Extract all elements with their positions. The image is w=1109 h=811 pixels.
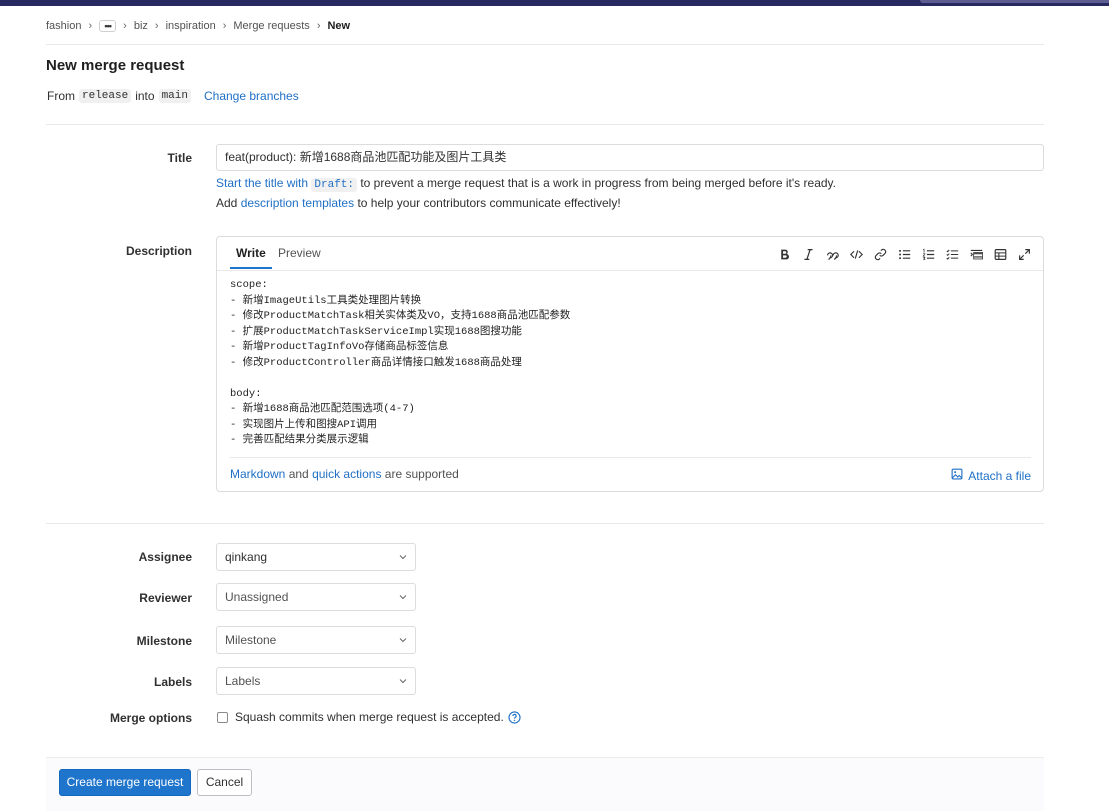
- labels-value: Labels: [225, 674, 261, 688]
- editor-footer-divider: [230, 457, 1031, 458]
- bold-icon[interactable]: [775, 246, 793, 262]
- milestone-label: Milestone: [136, 634, 192, 648]
- squash-checkbox[interactable]: [217, 711, 228, 723]
- markdown-support-note: Markdown and quick actions are supported: [230, 467, 459, 481]
- code-icon[interactable]: [847, 246, 865, 262]
- breadcrumb-biz[interactable]: biz: [134, 20, 148, 32]
- numbered-list-icon[interactable]: [919, 246, 937, 262]
- reviewer-dropdown[interactable]: Unassigned: [216, 583, 416, 611]
- editor-tabs: Write Preview: [217, 237, 1043, 271]
- title-input[interactable]: feat(product): 新增1688商品池匹配功能及图片工具类: [216, 144, 1044, 171]
- source-branch: release: [79, 89, 132, 103]
- assignee-value: qinkang: [225, 550, 268, 564]
- chevron-right-icon: ›: [154, 20, 159, 32]
- change-branches-link[interactable]: Change branches: [204, 89, 299, 103]
- branch-info: From release into main Change branches: [47, 89, 299, 103]
- bullet-list-icon[interactable]: [895, 246, 913, 262]
- title-label: Title: [167, 151, 192, 165]
- draft-hint: Start the title with Draft: to prevent a…: [216, 176, 836, 192]
- italic-icon[interactable]: [799, 246, 817, 262]
- merge-options: Squash commits when merge request is acc…: [216, 710, 521, 724]
- breadcrumb-fashion[interactable]: fashion: [46, 20, 81, 32]
- templates-hint-add: Add: [216, 196, 238, 210]
- help-icon[interactable]: [508, 710, 521, 724]
- chevron-down-icon: [399, 679, 407, 684]
- cancel-button[interactable]: Cancel: [197, 769, 252, 796]
- table-icon[interactable]: [991, 246, 1009, 262]
- image-icon: [951, 468, 963, 483]
- task-list-icon[interactable]: [943, 246, 961, 262]
- breadcrumb: fashion › ••• › biz › inspiration › Merg…: [46, 18, 350, 34]
- divider: [46, 523, 1044, 524]
- assignee-dropdown[interactable]: qinkang: [216, 543, 416, 571]
- reviewer-label: Reviewer: [139, 591, 192, 605]
- and-text: and: [288, 467, 309, 481]
- navbar-search-edge[interactable]: [920, 0, 1109, 3]
- reviewer-value: Unassigned: [225, 590, 289, 604]
- collapsible-section-icon[interactable]: [967, 246, 985, 262]
- attach-file-label: Attach a file: [968, 468, 1031, 483]
- chevron-down-icon: [399, 638, 407, 643]
- chevron-right-icon: ›: [222, 20, 227, 32]
- markdown-link[interactable]: Markdown: [230, 467, 285, 481]
- fullscreen-icon[interactable]: [1015, 246, 1033, 262]
- breadcrumb-collapsed-button[interactable]: •••: [99, 20, 117, 32]
- labels-dropdown[interactable]: Labels: [216, 667, 416, 695]
- tab-write[interactable]: Write: [236, 246, 266, 260]
- divider: [46, 44, 1044, 45]
- description-editor: Write Preview scope: - 新增ImageUtils工具类处理…: [216, 236, 1044, 492]
- breadcrumb-current: New: [327, 20, 351, 32]
- tab-preview[interactable]: Preview: [278, 246, 321, 260]
- target-branch: main: [158, 89, 191, 103]
- attach-file-button[interactable]: Attach a file: [951, 468, 1031, 483]
- templates-hint-rest: to help your contributors communicate ef…: [357, 196, 621, 210]
- draft-hint-start[interactable]: Start the title with: [216, 176, 308, 190]
- milestone-dropdown[interactable]: Milestone: [216, 626, 416, 654]
- squash-label[interactable]: Squash commits when merge request is acc…: [235, 710, 504, 724]
- draft-code: Draft:: [311, 178, 357, 192]
- description-label: Description: [125, 244, 192, 258]
- markdown-toolbar: [775, 246, 1033, 262]
- assignee-label: Assignee: [138, 550, 192, 564]
- chevron-right-icon: ›: [316, 20, 321, 32]
- from-label: From: [47, 89, 75, 103]
- description-textarea[interactable]: scope: - 新增ImageUtils工具类处理图片转换 - 修改Produ…: [230, 278, 1030, 449]
- description-templates-link[interactable]: description templates: [241, 196, 354, 210]
- divider: [46, 124, 1044, 125]
- milestone-value: Milestone: [225, 633, 277, 647]
- page-title: New merge request: [46, 57, 185, 74]
- active-tab-indicator: [230, 267, 272, 269]
- templates-hint: Add description templates to help your c…: [216, 196, 621, 210]
- chevron-right-icon: ›: [88, 20, 93, 32]
- breadcrumb-merge-requests[interactable]: Merge requests: [233, 20, 309, 32]
- supported-text: are supported: [384, 467, 459, 481]
- quote-icon[interactable]: [823, 246, 841, 262]
- quick-actions-link[interactable]: quick actions: [312, 467, 381, 481]
- create-merge-request-button[interactable]: Create merge request: [59, 769, 191, 796]
- breadcrumb-inspiration[interactable]: inspiration: [166, 20, 216, 32]
- chevron-down-icon: [399, 595, 407, 600]
- chevron-right-icon: ›: [123, 20, 127, 32]
- draft-hint-rest: to prevent a merge request that is a wor…: [360, 176, 836, 190]
- form-actions: [46, 757, 1044, 811]
- link-icon[interactable]: [871, 246, 889, 262]
- labels-label: Labels: [153, 675, 192, 689]
- into-label: into: [135, 89, 155, 103]
- chevron-down-icon: [399, 555, 407, 560]
- merge-options-label: Merge options: [109, 711, 192, 725]
